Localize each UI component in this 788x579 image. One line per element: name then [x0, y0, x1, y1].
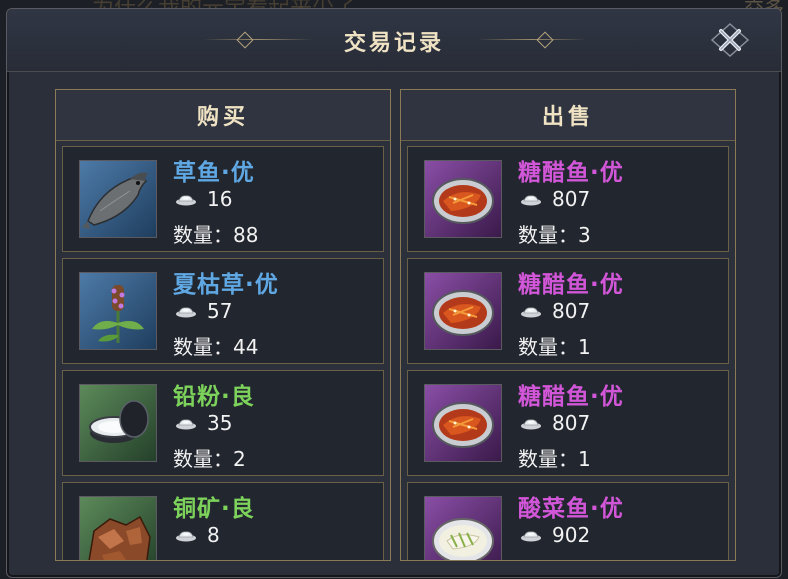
- item-thumbnail: [424, 384, 502, 462]
- pickled-fish-icon: [432, 518, 494, 560]
- item-thumbnail: [79, 384, 157, 462]
- silver-ingot-icon: [176, 195, 196, 206]
- sweet-sour-fish-icon: [432, 402, 494, 448]
- item-thumbnail: [79, 272, 157, 350]
- item-quantity: 数量：3: [518, 223, 591, 247]
- buy-list[interactable]: 草鱼·优 16 数量：88 夏枯草·优 57 数量：44 铅粉·良 35 数量：…: [62, 146, 384, 560]
- price-value: 8: [207, 523, 220, 547]
- silver-ingot-icon: [521, 307, 541, 318]
- close-button[interactable]: [709, 21, 751, 59]
- item-name: 草鱼·优: [173, 160, 255, 186]
- trade-records-dialog: 交易记录 购买 草鱼·优 16 数量：88 夏枯草·优 57 数量：44 铅粉·…: [6, 8, 782, 578]
- sell-column: 出售 糖醋鱼·优 807 数量：3 糖醋鱼·优 807 数量：1 糖醋鱼·优 8…: [400, 89, 736, 561]
- silver-ingot-icon: [176, 419, 196, 430]
- item-price: 16: [175, 187, 232, 211]
- price-value: 57: [207, 299, 233, 323]
- trade-record-item[interactable]: 糖醋鱼·优 807 数量：1: [407, 258, 729, 364]
- item-quantity: 数量：1: [518, 335, 591, 359]
- trade-record-item[interactable]: 糖醋鱼·优 807 数量：3: [407, 146, 729, 252]
- sweet-sour-fish-icon: [432, 290, 494, 336]
- item-name: 糖醋鱼·优: [518, 272, 624, 298]
- item-thumbnail: [424, 496, 502, 560]
- silver-ingot-icon: [176, 531, 196, 542]
- trade-record-item[interactable]: 铅粉·良 35 数量：2: [62, 370, 384, 476]
- item-name: 铅粉·良: [173, 384, 255, 410]
- price-value: 16: [207, 187, 233, 211]
- trade-record-item[interactable]: 糖醋鱼·优 807 数量：1: [407, 370, 729, 476]
- price-value: 807: [552, 299, 591, 323]
- item-price: 35: [175, 411, 232, 435]
- item-name: 酸菜鱼·优: [518, 496, 624, 522]
- item-thumbnail: [424, 160, 502, 238]
- trade-record-item[interactable]: 夏枯草·优 57 数量：44: [62, 258, 384, 364]
- item-quantity: 数量：1: [518, 447, 591, 471]
- grass-carp-icon: [82, 172, 148, 229]
- silver-ingot-icon: [521, 195, 541, 206]
- title-bar: 交易记录: [7, 9, 781, 72]
- item-name: 糖醋鱼·优: [518, 160, 624, 186]
- item-name: 夏枯草·优: [173, 272, 279, 298]
- item-price: 902: [520, 523, 590, 547]
- trade-record-item[interactable]: 铜矿·良 8: [62, 482, 384, 560]
- item-thumbnail: [424, 272, 502, 350]
- selfheal-herb-icon: [92, 285, 144, 343]
- item-price: 807: [520, 187, 590, 211]
- price-value: 902: [552, 523, 591, 547]
- buy-column: 购买 草鱼·优 16 数量：88 夏枯草·优 57 数量：44 铅粉·良 35 …: [55, 89, 391, 561]
- item-price: 807: [520, 299, 590, 323]
- sell-list[interactable]: 糖醋鱼·优 807 数量：3 糖醋鱼·优 807 数量：1 糖醋鱼·优 807 …: [407, 146, 729, 560]
- item-quantity: 数量：88: [173, 223, 259, 247]
- close-x-icon: [710, 22, 750, 58]
- dialog-title: 交易记录: [343, 31, 444, 56]
- item-price: 57: [175, 299, 232, 323]
- buy-header: 购买: [56, 90, 390, 141]
- item-thumbnail: [79, 496, 157, 560]
- sweet-sour-fish-icon: [432, 178, 494, 224]
- trade-record-item[interactable]: 草鱼·优 16 数量：88: [62, 146, 384, 252]
- price-value: 807: [552, 187, 591, 211]
- item-thumbnail: [79, 160, 157, 238]
- sell-header: 出售: [401, 90, 735, 141]
- item-quantity: 数量：44: [173, 335, 259, 359]
- item-name: 铜矿·良: [173, 496, 255, 522]
- trade-record-item[interactable]: 酸菜鱼·优 902: [407, 482, 729, 560]
- silver-ingot-icon: [176, 307, 196, 318]
- price-value: 35: [207, 411, 233, 435]
- item-price: 8: [175, 523, 220, 547]
- silver-ingot-icon: [521, 419, 541, 430]
- silver-ingot-icon: [521, 531, 541, 542]
- lead-powder-jar-icon: [89, 400, 149, 443]
- item-quantity: 数量：2: [173, 447, 246, 471]
- item-price: 807: [520, 411, 590, 435]
- title-ornament-right: [477, 39, 587, 40]
- copper-ore-icon: [88, 515, 151, 560]
- price-value: 807: [552, 411, 591, 435]
- item-name: 糖醋鱼·优: [518, 384, 624, 410]
